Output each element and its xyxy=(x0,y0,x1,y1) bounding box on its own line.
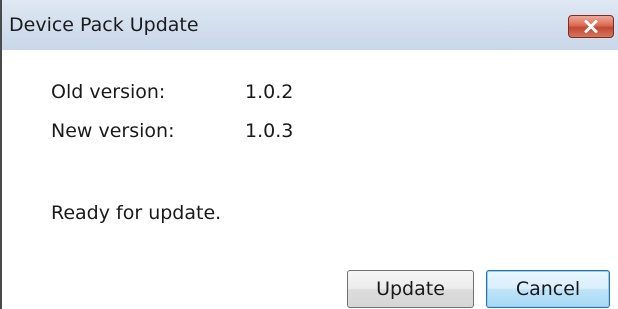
status-message: Ready for update. xyxy=(51,202,222,224)
old-version-label: Old version: xyxy=(51,81,166,103)
new-version-value: 1.0.3 xyxy=(245,120,294,142)
cancel-button[interactable]: Cancel xyxy=(486,270,610,308)
title-bar[interactable]: Device Pack Update xyxy=(2,0,618,50)
close-icon xyxy=(584,20,598,33)
old-version-value: 1.0.2 xyxy=(245,81,294,103)
dialog-body: Old version: 1.0.2 New version: 1.0.3 Re… xyxy=(2,50,618,309)
close-button[interactable] xyxy=(568,15,614,38)
update-button[interactable]: Update xyxy=(347,270,474,308)
new-version-label: New version: xyxy=(51,120,175,142)
dialog-window: Device Pack Update Old version: 1.0.2 Ne… xyxy=(0,0,618,309)
window-title: Device Pack Update xyxy=(9,14,199,36)
